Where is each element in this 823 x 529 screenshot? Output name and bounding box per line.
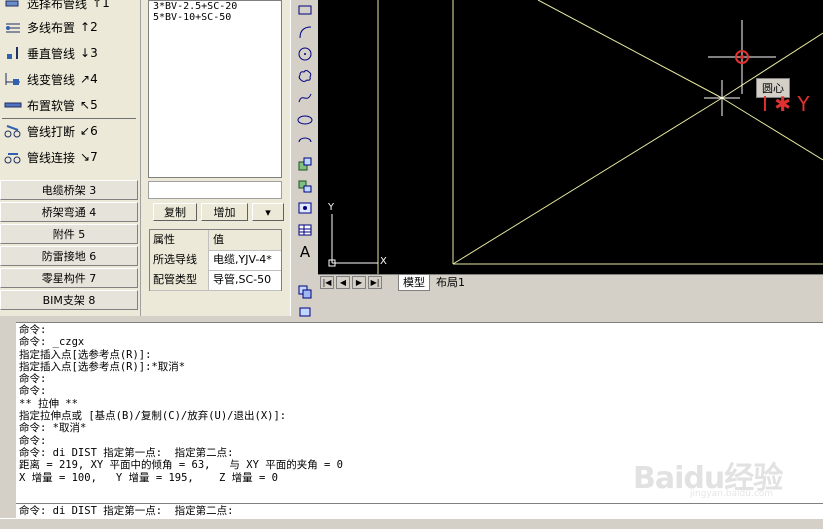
tool-shortcut: ↑2 — [80, 20, 98, 34]
tool-label: 选择布管线 — [27, 0, 88, 11]
property-value[interactable]: 电缆,YJV-4* — [210, 250, 281, 270]
list-item[interactable]: 5*BV-10+SC-50 — [153, 12, 281, 23]
tool-shortcut: ↓3 — [80, 46, 98, 60]
tool-connect-pipe[interactable]: 管线连接 ↘7 — [4, 146, 136, 168]
ellipse-icon[interactable] — [294, 110, 316, 130]
prev-tab-button[interactable]: ◀ — [336, 276, 350, 289]
property-value[interactable]: 导管,SC-50 — [210, 270, 281, 290]
connect-pipe-icon — [4, 153, 21, 164]
command-history-text: 命令: 命令: _czgx 指定插入点[选参考点(R)]: 指定插入点[选参考点(R)… — [19, 324, 343, 484]
soft-pipe-icon — [4, 102, 22, 108]
make-block-icon[interactable] — [294, 176, 316, 196]
tool-soft-pipe[interactable]: 布置软管 ↖5 — [4, 94, 136, 116]
last-tab-button[interactable]: ▶| — [368, 276, 382, 289]
tool-vertical-pipe[interactable]: 垂直管线 ↓3 — [4, 42, 136, 64]
command-line: 命令: — [19, 324, 47, 336]
tool-label: 管线打断 — [27, 124, 76, 139]
line-to-pipe-icon — [5, 73, 20, 85]
tool-multi-line[interactable]: 多线布置 ↑2 — [4, 16, 136, 38]
command-line: 指定拉伸点或 [基点(B)/复制(C)/放弃(U)/退出(X)]: — [19, 410, 287, 423]
tool-label: 垂直管线 — [27, 46, 76, 61]
copy-button[interactable]: 复制 — [153, 203, 197, 221]
tab-layout1[interactable]: 布局1 — [432, 275, 469, 290]
command-line: 命令: di DIST 指定第一点: 指定第二点: — [19, 446, 234, 459]
command-line: ** 拉伸 ** — [19, 397, 78, 410]
tool-shortcut: ↘7 — [80, 150, 98, 164]
spec-input[interactable] — [148, 181, 282, 199]
tool-shortcut: ↙6 — [80, 124, 98, 138]
header-name: 属性 — [150, 230, 209, 250]
command-line: 命令: — [19, 385, 47, 398]
table-header: 属性 值 — [150, 230, 281, 251]
command-line: 指定插入点[选参考点(R)]: — [19, 348, 152, 361]
drawing-canvas[interactable]: 圆心 I ✱ Y Y X — [318, 0, 823, 274]
tool-label: 线变管线 — [27, 72, 76, 87]
tool-line-to-pipe[interactable]: 线变管线 ↗4 — [4, 68, 136, 90]
spline-icon[interactable] — [294, 88, 316, 108]
first-tab-button[interactable]: |◀ — [320, 276, 334, 289]
break-pipe-icon — [4, 125, 21, 138]
table-row[interactable]: 所选导线 电缆,YJV-4* — [150, 250, 281, 271]
header-value: 值 — [213, 233, 224, 246]
point-icon[interactable] — [294, 198, 316, 218]
revision-cloud-icon[interactable] — [294, 66, 316, 86]
command-line: 命令: *取消* — [19, 422, 87, 435]
command-line: 命令: — [19, 373, 47, 386]
red-annotation-text: I ✱ Y — [762, 92, 810, 116]
divider — [2, 118, 136, 119]
arc-icon[interactable] — [294, 22, 316, 42]
command-input[interactable]: 命令: di DIST 指定第一点: 指定第二点: — [16, 503, 823, 518]
wire-spec-list[interactable]: 3*BV-2.5+SC-20 5*BV-10+SC-50 — [148, 0, 282, 178]
tab-model[interactable]: 模型 — [398, 275, 430, 291]
add-button[interactable]: 增加 — [201, 203, 248, 221]
property-name: 所选导线 — [150, 250, 209, 270]
next-tab-button[interactable]: ▶ — [352, 276, 366, 289]
category-tray-elbow[interactable]: 桥架弯通 4 — [0, 202, 138, 222]
canvas-drawing — [328, 0, 823, 274]
tool-shortcut: ↑1 — [92, 0, 110, 10]
category-misc-parts[interactable]: 零星构件 7 — [0, 268, 138, 288]
category-accessory[interactable]: 附件 5 — [0, 224, 138, 244]
tool-panel: 选择布管线 ↑1 多线布置 ↑2 垂直管线 ↓3 线变管线 ↗4 布置软管 ↖5… — [0, 0, 141, 316]
tool-break-pipe[interactable]: 管线打断 ↙6 — [4, 120, 136, 142]
watermark-url: jingyan.baidu.com — [690, 489, 774, 499]
list-item[interactable]: 3*BV-2.5+SC-20 — [153, 1, 281, 12]
layout-tabs-bar: |◀ ◀ ▶ ▶| 模型 布局1 — [318, 274, 823, 291]
vertical-pipe-icon — [7, 47, 18, 59]
command-line: 距离 = 219, XY 平面中的倾角 = 63, 与 XY 平面的夹角 = 0 — [19, 459, 344, 472]
select-line-icon — [5, 0, 19, 7]
tool-label: 布置软管 — [27, 98, 76, 113]
table-row[interactable]: 配管类型 导管,SC-50 — [150, 270, 281, 291]
tool-shortcut: ↖5 — [80, 98, 98, 112]
property-name: 配管类型 — [150, 270, 209, 290]
table-icon[interactable] — [294, 220, 316, 240]
rectangle-icon[interactable] — [294, 0, 316, 20]
category-bim-support[interactable]: BIM支架 8 — [0, 290, 138, 310]
insert-block-icon[interactable] — [294, 154, 316, 174]
more-dropdown-button[interactable]: ▾ — [252, 203, 284, 221]
draw-toolbar: A — [290, 0, 319, 317]
tool-select-pipe[interactable]: 选择布管线 ↑1 — [4, 0, 136, 14]
command-line: 命令: _czgx — [19, 336, 85, 349]
status-bar — [0, 518, 823, 529]
circle-icon[interactable] — [294, 44, 316, 64]
layer-sub-icon[interactable] — [294, 302, 316, 322]
ucs-x-label: X — [380, 256, 387, 267]
tool-label: 多线布置 — [27, 20, 76, 35]
ucs-y-label: Y — [328, 202, 335, 213]
property-table: 属性 值 所选导线 电缆,YJV-4* 配管类型 导管,SC-50 — [149, 229, 282, 291]
layer-icon[interactable] — [294, 282, 316, 302]
multi-line-icon — [6, 23, 20, 33]
command-line: 命令: — [19, 434, 47, 447]
command-line: 指定插入点[选参考点(R)]:*取消* — [19, 360, 186, 373]
category-lightning-grounding[interactable]: 防雷接地 6 — [0, 246, 138, 266]
tool-shortcut: ↗4 — [80, 72, 98, 86]
category-cable-tray[interactable]: 电缆桥架 3 — [0, 180, 138, 200]
multiline-text-icon[interactable]: A — [294, 242, 316, 262]
ellipse-arc-icon[interactable] — [294, 132, 316, 152]
command-line: X 增量 = 100, Y 增量 = 195, Z 增量 = 0 — [19, 471, 278, 484]
tool-label: 管线连接 — [27, 150, 76, 165]
